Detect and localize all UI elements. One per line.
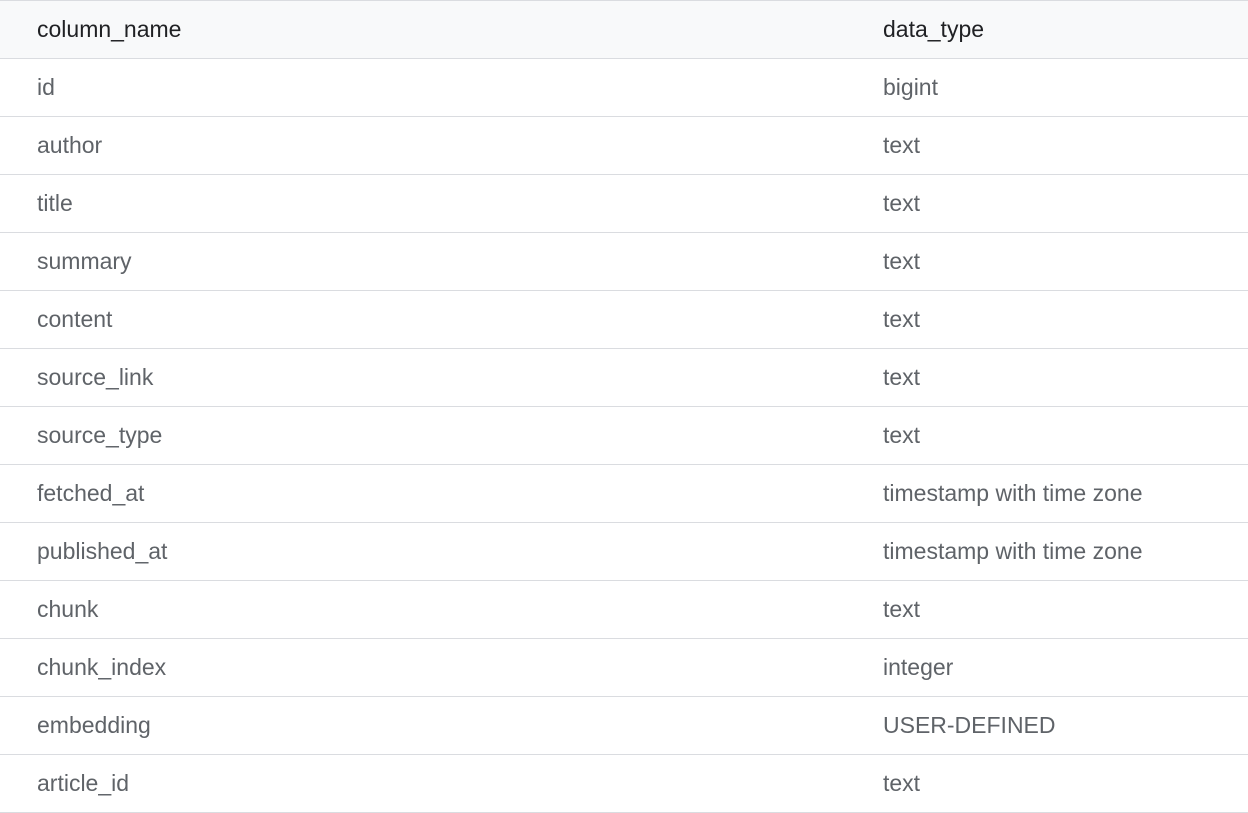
column-name-cell[interactable]: fetched_at xyxy=(0,464,846,523)
column-name-cell[interactable]: title xyxy=(0,174,846,233)
data-type-cell[interactable]: integer xyxy=(846,638,1248,697)
table-row[interactable]: source_link text xyxy=(0,348,1248,407)
table-header: column_name data_type xyxy=(0,0,1248,59)
table-row[interactable]: summary text xyxy=(0,232,1248,291)
column-name-cell[interactable]: embedding xyxy=(0,696,846,755)
column-name-cell[interactable]: article_id xyxy=(0,754,846,813)
data-type-cell[interactable]: text xyxy=(846,174,1248,233)
query-results-table: column_name data_type id bigint author t… xyxy=(0,0,1248,813)
table-row[interactable]: embedding USER-DEFINED xyxy=(0,696,1248,755)
data-type-cell[interactable]: text xyxy=(846,580,1248,639)
column-name-cell[interactable]: author xyxy=(0,116,846,175)
table-body: id bigint author text title text summary… xyxy=(0,58,1248,813)
table-row[interactable]: article_id text xyxy=(0,754,1248,813)
column-name-cell[interactable]: published_at xyxy=(0,522,846,581)
data-type-header[interactable]: data_type xyxy=(846,0,1248,59)
data-type-cell[interactable]: text xyxy=(846,348,1248,407)
header-row: column_name data_type xyxy=(0,0,1248,59)
data-type-cell[interactable]: bigint xyxy=(846,58,1248,117)
data-type-cell[interactable]: text xyxy=(846,232,1248,291)
table-row[interactable]: content text xyxy=(0,290,1248,349)
column-name-cell[interactable]: id xyxy=(0,58,846,117)
table-row[interactable]: title text xyxy=(0,174,1248,233)
table-row[interactable]: chunk text xyxy=(0,580,1248,639)
column-name-header[interactable]: column_name xyxy=(0,0,846,59)
column-name-cell[interactable]: chunk xyxy=(0,580,846,639)
data-type-cell[interactable]: timestamp with time zone xyxy=(846,464,1248,523)
table-row[interactable]: author text xyxy=(0,116,1248,175)
table-row[interactable]: source_type text xyxy=(0,406,1248,465)
table-row[interactable]: id bigint xyxy=(0,58,1248,117)
table-row[interactable]: chunk_index integer xyxy=(0,638,1248,697)
table-row[interactable]: fetched_at timestamp with time zone xyxy=(0,464,1248,523)
column-name-cell[interactable]: chunk_index xyxy=(0,638,846,697)
column-name-cell[interactable]: source_link xyxy=(0,348,846,407)
data-type-cell[interactable]: text xyxy=(846,406,1248,465)
data-type-cell[interactable]: USER-DEFINED xyxy=(846,696,1248,755)
column-name-cell[interactable]: source_type xyxy=(0,406,846,465)
column-name-cell[interactable]: summary xyxy=(0,232,846,291)
data-type-cell[interactable]: text xyxy=(846,290,1248,349)
column-name-cell[interactable]: content xyxy=(0,290,846,349)
data-type-cell[interactable]: text xyxy=(846,116,1248,175)
table-row[interactable]: published_at timestamp with time zone xyxy=(0,522,1248,581)
data-type-cell[interactable]: timestamp with time zone xyxy=(846,522,1248,581)
data-type-cell[interactable]: text xyxy=(846,754,1248,813)
